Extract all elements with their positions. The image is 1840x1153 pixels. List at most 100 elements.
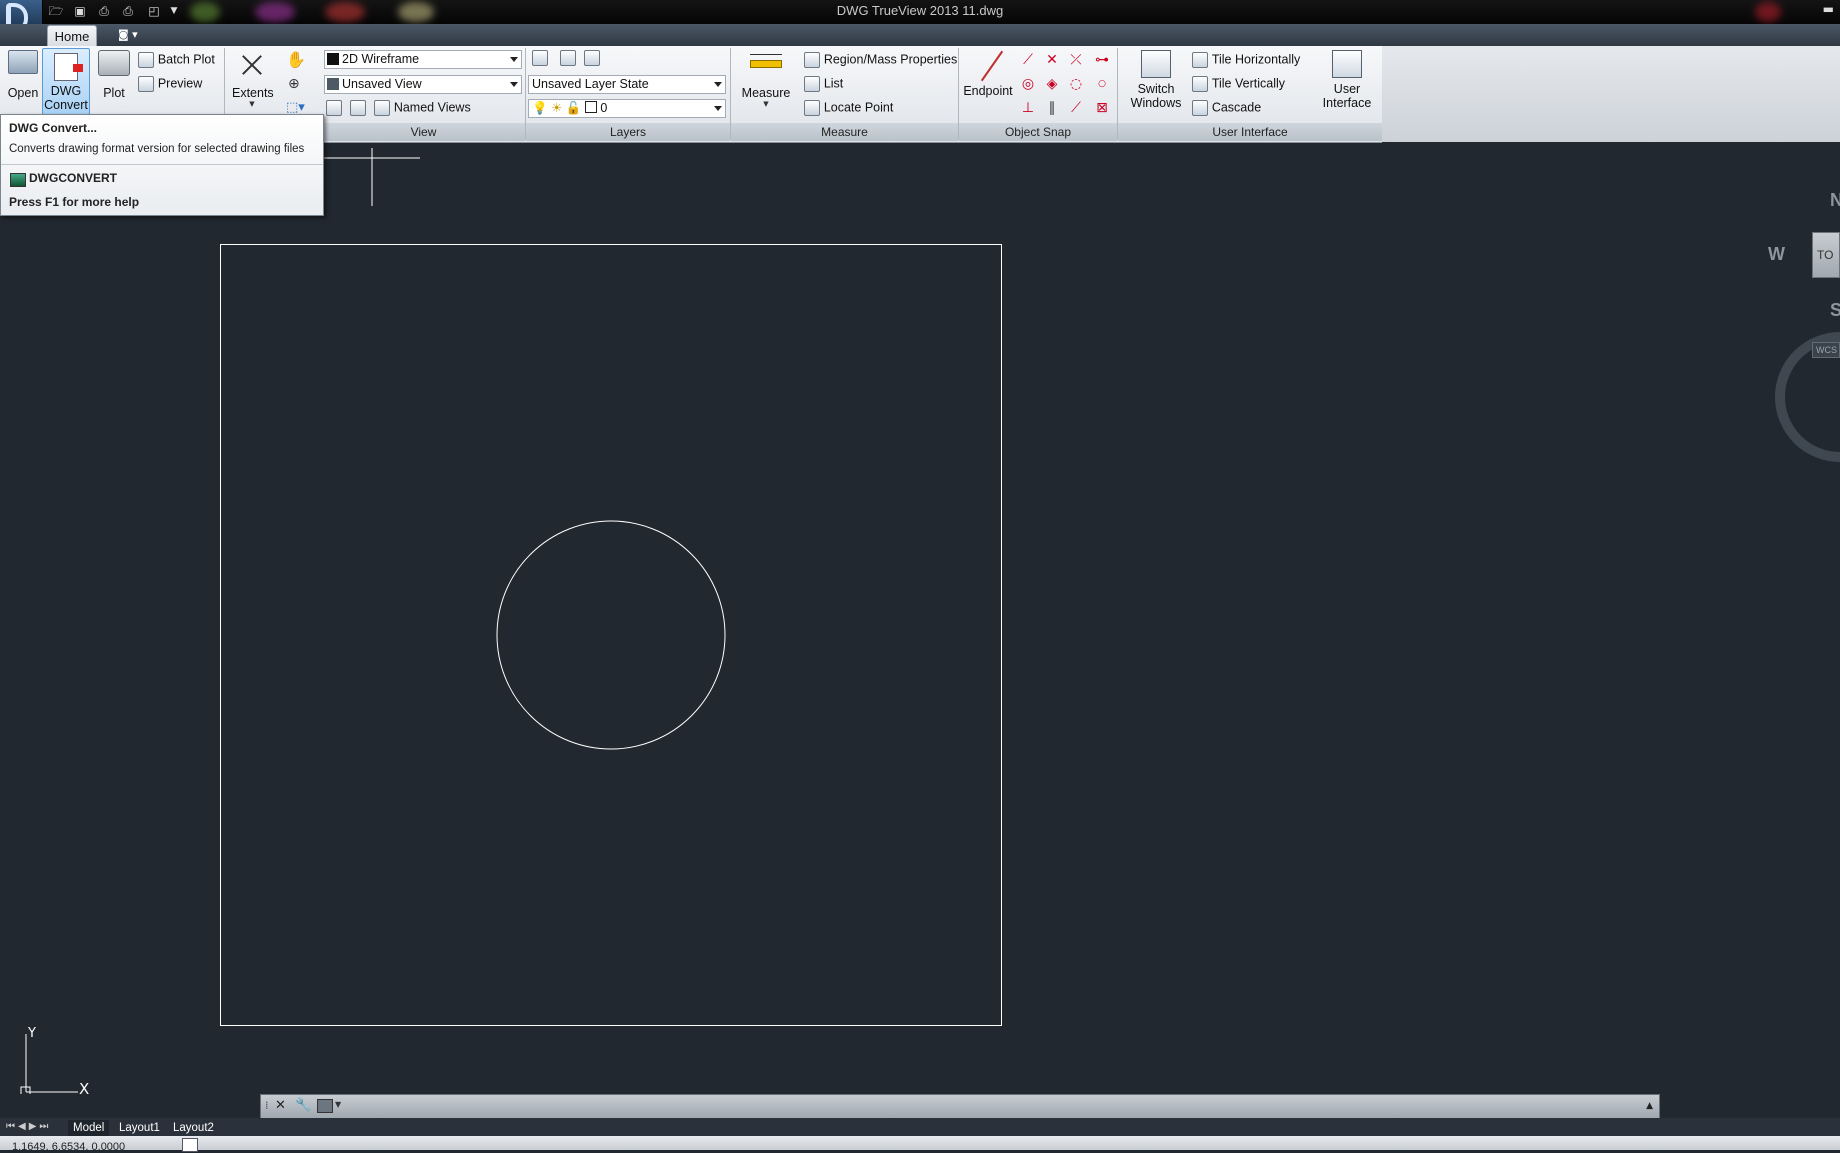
- visual-style-value: 2D Wireframe: [342, 52, 420, 66]
- command-line[interactable]: ⁞ ✕ 🔧 ▼ ▲: [260, 1094, 1660, 1120]
- list-icon: [804, 76, 820, 92]
- chevron-down-icon: [510, 57, 518, 62]
- switch-windows-label-line2: Windows: [1130, 96, 1182, 110]
- grip-icon[interactable]: ⁞: [265, 1099, 269, 1112]
- folder-icon: [8, 50, 38, 74]
- extents-button[interactable]: Extents ▼: [232, 52, 274, 108]
- layout-tab-bar: [0, 1118, 1840, 1136]
- preview-button[interactable]: Preview: [138, 76, 202, 92]
- dwg-convert-icon[interactable]: ▣: [72, 3, 88, 19]
- drawing-canvas[interactable]: [0, 142, 1840, 1094]
- tile-vertically-button[interactable]: Tile Vertically: [1192, 76, 1285, 92]
- user-interface-label-line1: User: [1333, 82, 1361, 96]
- view-tools-icon[interactable]: ⬚▾: [286, 100, 305, 115]
- wrench-icon[interactable]: 🔧: [295, 1098, 311, 1113]
- named-view-combo[interactable]: Unsaved View: [324, 75, 522, 94]
- viewcube-north-label[interactable]: N: [1830, 190, 1840, 211]
- title-decoration: [325, 2, 365, 22]
- measure-dropdown-icon[interactable]: ▼: [740, 100, 792, 108]
- user-interface-button[interactable]: User Interface: [1318, 50, 1376, 110]
- apparent-intersection-snap-icon[interactable]: ⤫: [1066, 50, 1086, 70]
- layer-color-swatch: [584, 101, 597, 113]
- layout-tab-layout2[interactable]: Layout2: [168, 1120, 219, 1136]
- view-icon: [327, 78, 339, 90]
- preview-icon[interactable]: ◰: [146, 3, 162, 19]
- extents-dropdown-icon[interactable]: ▼: [232, 100, 272, 108]
- layer-isolate-icon[interactable]: [584, 50, 600, 66]
- open-button[interactable]: Open: [4, 50, 42, 100]
- panel-title-measure: Measure: [731, 123, 958, 141]
- center-snap-icon[interactable]: ◎: [1018, 74, 1038, 94]
- pan-hand-icon[interactable]: ✋: [286, 50, 306, 69]
- layer-properties-icon[interactable]: [532, 50, 548, 66]
- dwg-convert-button[interactable]: DWG Convert: [42, 48, 90, 115]
- tooltip-description: Converts drawing format version for sele…: [9, 143, 305, 155]
- measure-button[interactable]: Measure ▼: [740, 52, 792, 108]
- chevron-down-icon[interactable]: ▼: [335, 1100, 341, 1109]
- open-label: Open: [7, 86, 39, 100]
- switch-windows-icon: [1141, 50, 1171, 78]
- viewcube-west-label[interactable]: W: [1768, 244, 1785, 265]
- chevron-up-icon[interactable]: ▲: [1646, 1101, 1653, 1111]
- cascade-icon: [1192, 100, 1208, 116]
- dwg-convert-label-line2: Convert: [44, 98, 88, 112]
- command-prompt-icon[interactable]: [317, 1099, 333, 1113]
- switch-windows-button[interactable]: Switch Windows: [1126, 50, 1186, 110]
- tangent-snap-icon[interactable]: ◌: [1066, 74, 1086, 94]
- parallel-snap-icon[interactable]: ∥: [1042, 98, 1062, 118]
- orbit-icon[interactable]: ⊕: [288, 76, 300, 92]
- endpoint-button[interactable]: Endpoint: [962, 50, 1014, 98]
- zoom-extents-icon: [239, 52, 265, 78]
- layer-previous-icon[interactable]: [560, 50, 576, 66]
- tooltip-title: DWG Convert...: [9, 121, 98, 135]
- cascade-button[interactable]: Cascade: [1192, 100, 1261, 116]
- named-views-button[interactable]: Named Views: [374, 100, 471, 116]
- view-manager-icon[interactable]: [326, 100, 342, 116]
- dwg-convert-icon: [54, 53, 83, 81]
- nearest-snap-icon[interactable]: ⟋: [1066, 98, 1086, 118]
- viewcube-wcs-menu[interactable]: WCS: [1812, 342, 1840, 358]
- layout-tab-layout1[interactable]: Layout1: [114, 1120, 165, 1136]
- dwg-convert-label-line1: DWG: [50, 84, 82, 98]
- locate-point-label: Locate Point: [823, 100, 894, 115]
- printer-icon: [98, 50, 130, 76]
- clear-snap-icon[interactable]: ⊠: [1092, 98, 1112, 118]
- title-decoration: [398, 2, 434, 22]
- quadrant-snap-icon[interactable]: ◈: [1042, 74, 1062, 94]
- ribbon-tab-row: [0, 24, 1840, 46]
- visual-style-combo[interactable]: 2D Wireframe: [324, 50, 522, 69]
- layout-navigation-icons[interactable]: ⏮◀▶⏭: [6, 1121, 51, 1132]
- open-folder-icon[interactable]: 🗁: [48, 3, 64, 19]
- panel-title-view: View: [322, 123, 525, 141]
- quick-access-dropdown-icon[interactable]: ▼: [166, 3, 182, 19]
- list-button[interactable]: List: [804, 76, 843, 92]
- viewcube-south-label[interactable]: S: [1830, 300, 1840, 321]
- perpendicular-snap-icon[interactable]: ⊥: [1018, 98, 1038, 118]
- viewcube-top-face[interactable]: TO: [1812, 232, 1840, 278]
- tab-home[interactable]: Home: [47, 25, 97, 47]
- batch-plot-icon[interactable]: ⎙: [120, 3, 136, 19]
- layout-tab-model[interactable]: Model: [68, 1120, 110, 1136]
- locate-point-icon: [804, 100, 820, 116]
- locate-point-button[interactable]: Locate Point: [804, 100, 893, 116]
- node-snap-icon[interactable]: ○: [1092, 74, 1112, 94]
- ribbon-display-toggle-icon[interactable]: ◙ ▾: [118, 28, 138, 41]
- tile-horizontally-button[interactable]: Tile Horizontally: [1192, 52, 1300, 68]
- extension-snap-icon[interactable]: ⊶: [1092, 50, 1112, 70]
- plot-button[interactable]: Plot: [96, 50, 132, 100]
- view-3d-icon[interactable]: [350, 100, 366, 116]
- layer-state-combo[interactable]: Unsaved Layer State: [528, 75, 726, 94]
- batch-plot-button[interactable]: Batch Plot: [138, 52, 215, 68]
- switch-windows-label-line1: Switch: [1137, 82, 1175, 96]
- region-mass-properties-button[interactable]: Region/Mass Properties: [804, 52, 957, 68]
- drawing-circle: [496, 520, 726, 750]
- coordinates-readout: 1.1649, 6.6534, 0.0000: [12, 1141, 126, 1153]
- current-layer-combo[interactable]: 💡 ☀ 🔓 0: [528, 99, 726, 118]
- close-icon[interactable]: ✕: [275, 1098, 286, 1113]
- tooltip-command: DWGCONVERT: [29, 171, 117, 185]
- intersection-snap-icon[interactable]: ✕: [1042, 50, 1062, 70]
- minimize-button[interactable]: ▬: [1823, 2, 1834, 16]
- user-interface-icon: [1332, 50, 1362, 78]
- midpoint-snap-icon[interactable]: ⟋: [1018, 50, 1038, 70]
- plot-icon[interactable]: ⎙: [96, 3, 112, 19]
